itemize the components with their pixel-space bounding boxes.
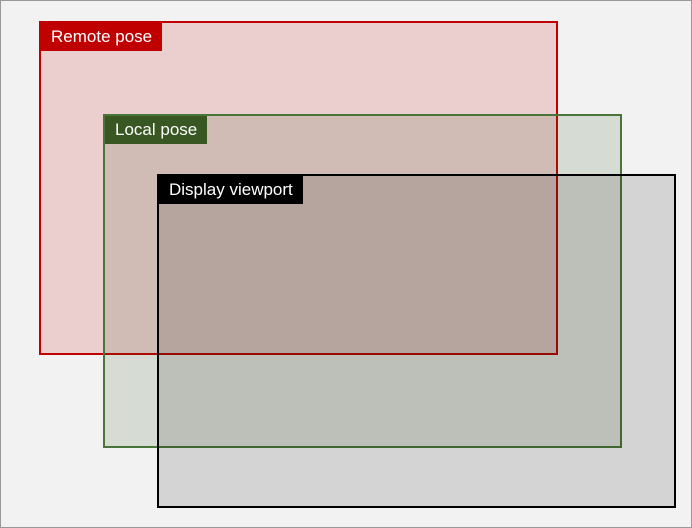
display-viewport-box: Display viewport	[157, 174, 676, 508]
local-pose-label: Local pose	[105, 116, 207, 144]
display-viewport-label: Display viewport	[159, 176, 303, 204]
remote-pose-label: Remote pose	[41, 23, 162, 51]
